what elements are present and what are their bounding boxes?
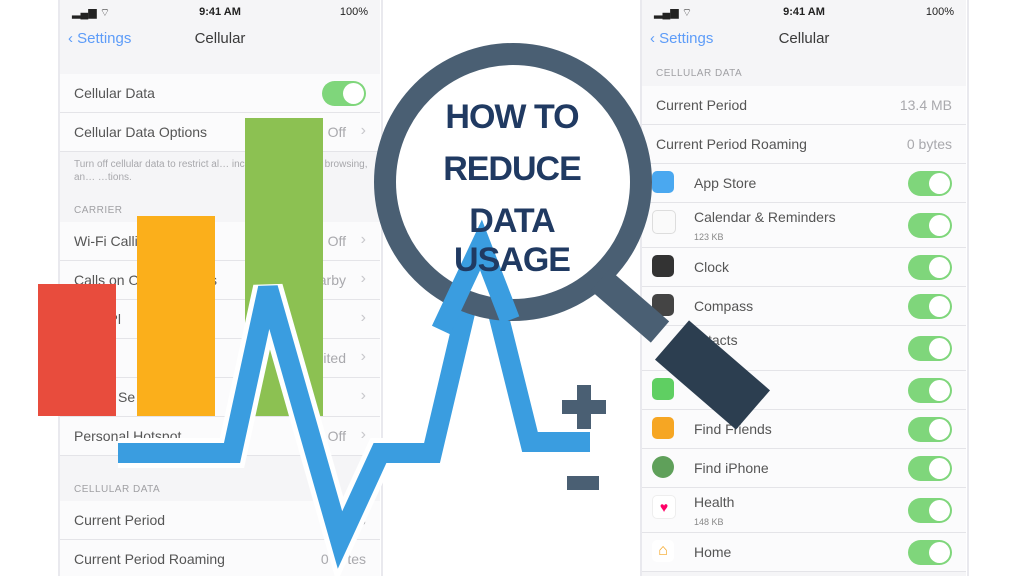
magnifier-handle (654, 320, 771, 430)
headline-line-3: DATA USAGE (454, 202, 571, 279)
headline-line-2: REDUCE (443, 150, 582, 188)
magnifier-neck (590, 269, 670, 343)
plus-icon-v (577, 385, 591, 429)
headline-line-1: HOW TO (445, 98, 579, 136)
overlay-graphic (118, 43, 771, 576)
minus-icon (567, 476, 599, 490)
